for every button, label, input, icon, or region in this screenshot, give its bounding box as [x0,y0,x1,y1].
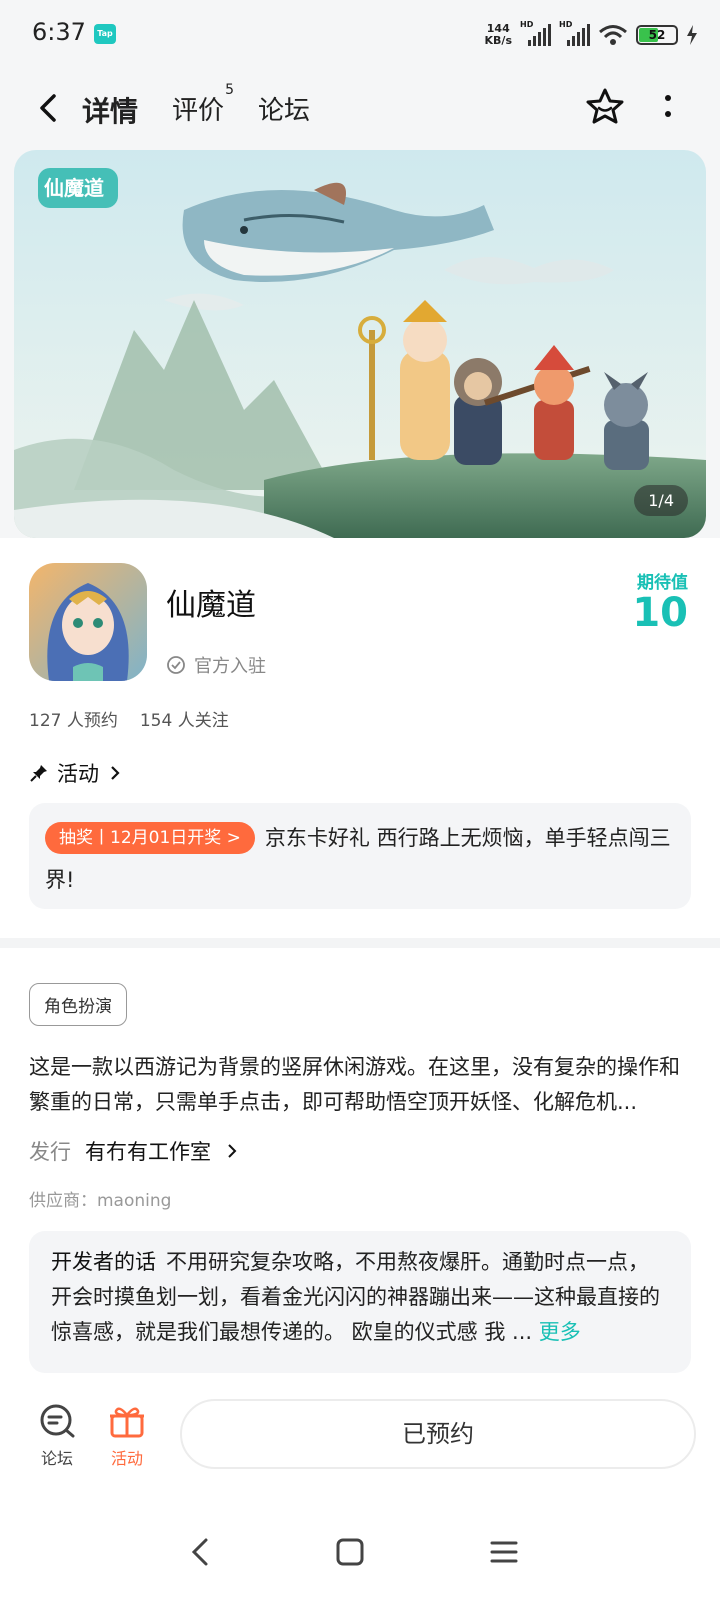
tab-forum[interactable]: 论坛 [258,90,310,127]
chevron-right-icon [111,766,120,780]
signal-icon: HD [520,20,551,46]
tab-detail-label: 详情 [82,95,139,128]
net-speed-unit: KB/s [484,34,512,47]
official-badge: 官方入驻 [166,652,266,678]
activity-label: 活动 [57,762,99,786]
follower-count: 154 人关注 [139,711,229,731]
status-icons: 144 KB/s HD HD 52 [485,20,698,50]
tab-review[interactable]: 评价 5 [172,82,234,127]
forum-shortcut[interactable]: 论坛 [27,1403,87,1469]
charging-icon [687,25,697,45]
system-home-icon[interactable] [328,1530,372,1574]
app-stats: 127 人预约 154 人关注 [29,706,229,731]
net-speed: 144 KB/s [485,23,512,47]
chat-bubble-icon [40,1404,75,1438]
app-icon [29,563,147,681]
genre-tag[interactable]: 角色扮演 [29,983,127,1026]
signal-icon-2: HD [559,20,590,46]
tab-review-count: 5 [225,82,235,98]
official-label: 官方入驻 [194,656,266,677]
status-time: 6:37 [32,18,86,46]
lottery-tag[interactable]: 抽奖丨12月01日开奖 > [45,822,255,854]
activity-card[interactable]: 抽奖丨12月01日开奖 > 京东卡好礼 西行路上无烦恼，单手轻点闯三界! [29,803,691,909]
battery-level: 52 [648,28,666,42]
reserved-button[interactable]: 已预约 [180,1399,696,1469]
check-circle-icon [167,656,185,674]
more-vert-icon[interactable] [650,88,690,128]
developer-notes-title: 开发者的话 [51,1250,156,1274]
tap-app-icon: Tap [94,24,116,44]
system-back-icon[interactable] [180,1530,224,1574]
pin-icon [30,765,47,782]
tab-forum-label: 论坛 [258,96,311,126]
reservation-count: 127 人预约 [29,711,118,731]
star-icon[interactable] [584,86,626,128]
expectation-value: 10 [632,590,688,636]
forum-shortcut-label: 论坛 [40,1449,73,1468]
screenshot-carousel[interactable]: 仙魔道 1/4 [14,150,706,538]
developer-notes-card[interactable]: 开发者的话 不用研究复杂攻略，不用熬夜爆肝。通勤时点一点，开会时摸鱼划一划，看着金… [29,1231,691,1373]
activity-shortcut-label: 活动 [110,1449,143,1468]
carousel-counter: 1/4 [634,485,688,516]
app-title: 仙魔道 [166,588,256,623]
banner-logo-text: 仙魔道 [44,176,104,200]
top-nav: 详情 评价 5 论坛 [0,68,720,148]
wifi-icon [599,25,627,45]
section-divider [0,938,720,948]
banner-illustration [14,150,706,538]
system-menu-icon[interactable] [482,1530,526,1574]
system-navigation-bar [0,1510,720,1600]
signal-hd-label-2: HD [559,20,573,29]
back-icon[interactable] [30,88,70,128]
publisher-name: 有冇有工作室 [85,1140,211,1164]
publisher-row[interactable]: 发行 有冇有工作室 [29,1136,239,1166]
battery-icon: 52 [636,25,678,45]
more-link[interactable]: 更多 [539,1320,581,1344]
publisher-label: 发行 [29,1140,71,1164]
tab-detail[interactable]: 详情 [82,90,139,130]
tab-review-label: 评价 [172,96,225,126]
game-description[interactable]: 这是一款以西游记为背景的竖屏休闲游戏。在这里，没有复杂的操作和繁重的日常，只需单… [29,1050,695,1120]
signal-hd-label: HD [520,20,534,29]
status-bar: 6:37 Tap 144 KB/s HD HD 52 [0,0,720,68]
bottom-action-bar: 论坛 活动 已预约 [0,1395,720,1485]
gift-icon [110,1407,144,1438]
activity-shortcut[interactable]: 活动 [97,1403,157,1469]
supplier-info: 供应商：maoning [29,1191,172,1211]
activity-header[interactable]: 活动 [29,758,123,788]
chevron-right-icon [228,1144,237,1158]
